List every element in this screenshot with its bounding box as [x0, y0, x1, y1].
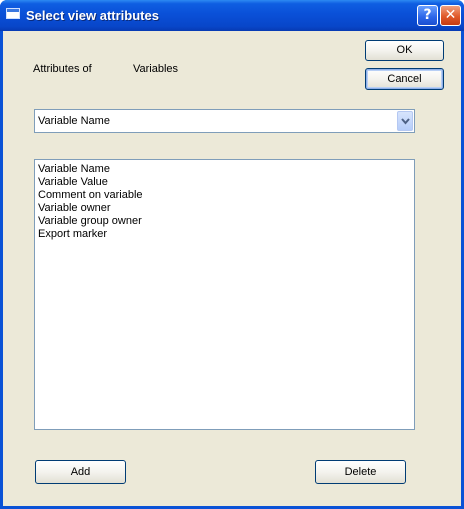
title-bar[interactable]: Select view attributes ? ✕ [0, 0, 464, 31]
add-button[interactable]: Add [35, 460, 126, 484]
list-item[interactable]: Variable owner [35, 202, 414, 215]
list-item[interactable]: Export marker [35, 228, 414, 241]
window-icon [6, 8, 20, 19]
list-item[interactable]: Comment on variable [35, 189, 414, 202]
window-title: Select view attributes [26, 8, 159, 23]
dialog-window: Select view attributes ? ✕ Attributes of… [0, 0, 464, 509]
help-icon: ? [423, 7, 432, 23]
delete-button[interactable]: Delete [315, 460, 406, 484]
attributes-list[interactable]: Variable Name Variable Value Comment on va… [34, 159, 415, 430]
ok-button[interactable]: OK [365, 40, 444, 61]
attributes-of-label: Attributes of [33, 63, 92, 75]
list-item[interactable]: Variable group owner [35, 215, 414, 228]
list-item[interactable]: Variable Name [35, 163, 414, 176]
chevron-down-icon [401, 118, 410, 125]
help-button[interactable]: ? [417, 5, 438, 26]
dropdown-button[interactable] [397, 111, 413, 131]
attribute-select[interactable]: Variable Name [34, 109, 415, 133]
list-item[interactable]: Variable Value [35, 176, 414, 189]
dialog-body: Attributes of Variables OK Cancel Variab… [3, 31, 461, 506]
close-icon: ✕ [444, 7, 457, 23]
cancel-button[interactable]: Cancel [365, 68, 444, 90]
target-label: Variables [133, 63, 179, 75]
close-button[interactable]: ✕ [440, 5, 461, 26]
attribute-select-value: Variable Name [38, 115, 110, 127]
